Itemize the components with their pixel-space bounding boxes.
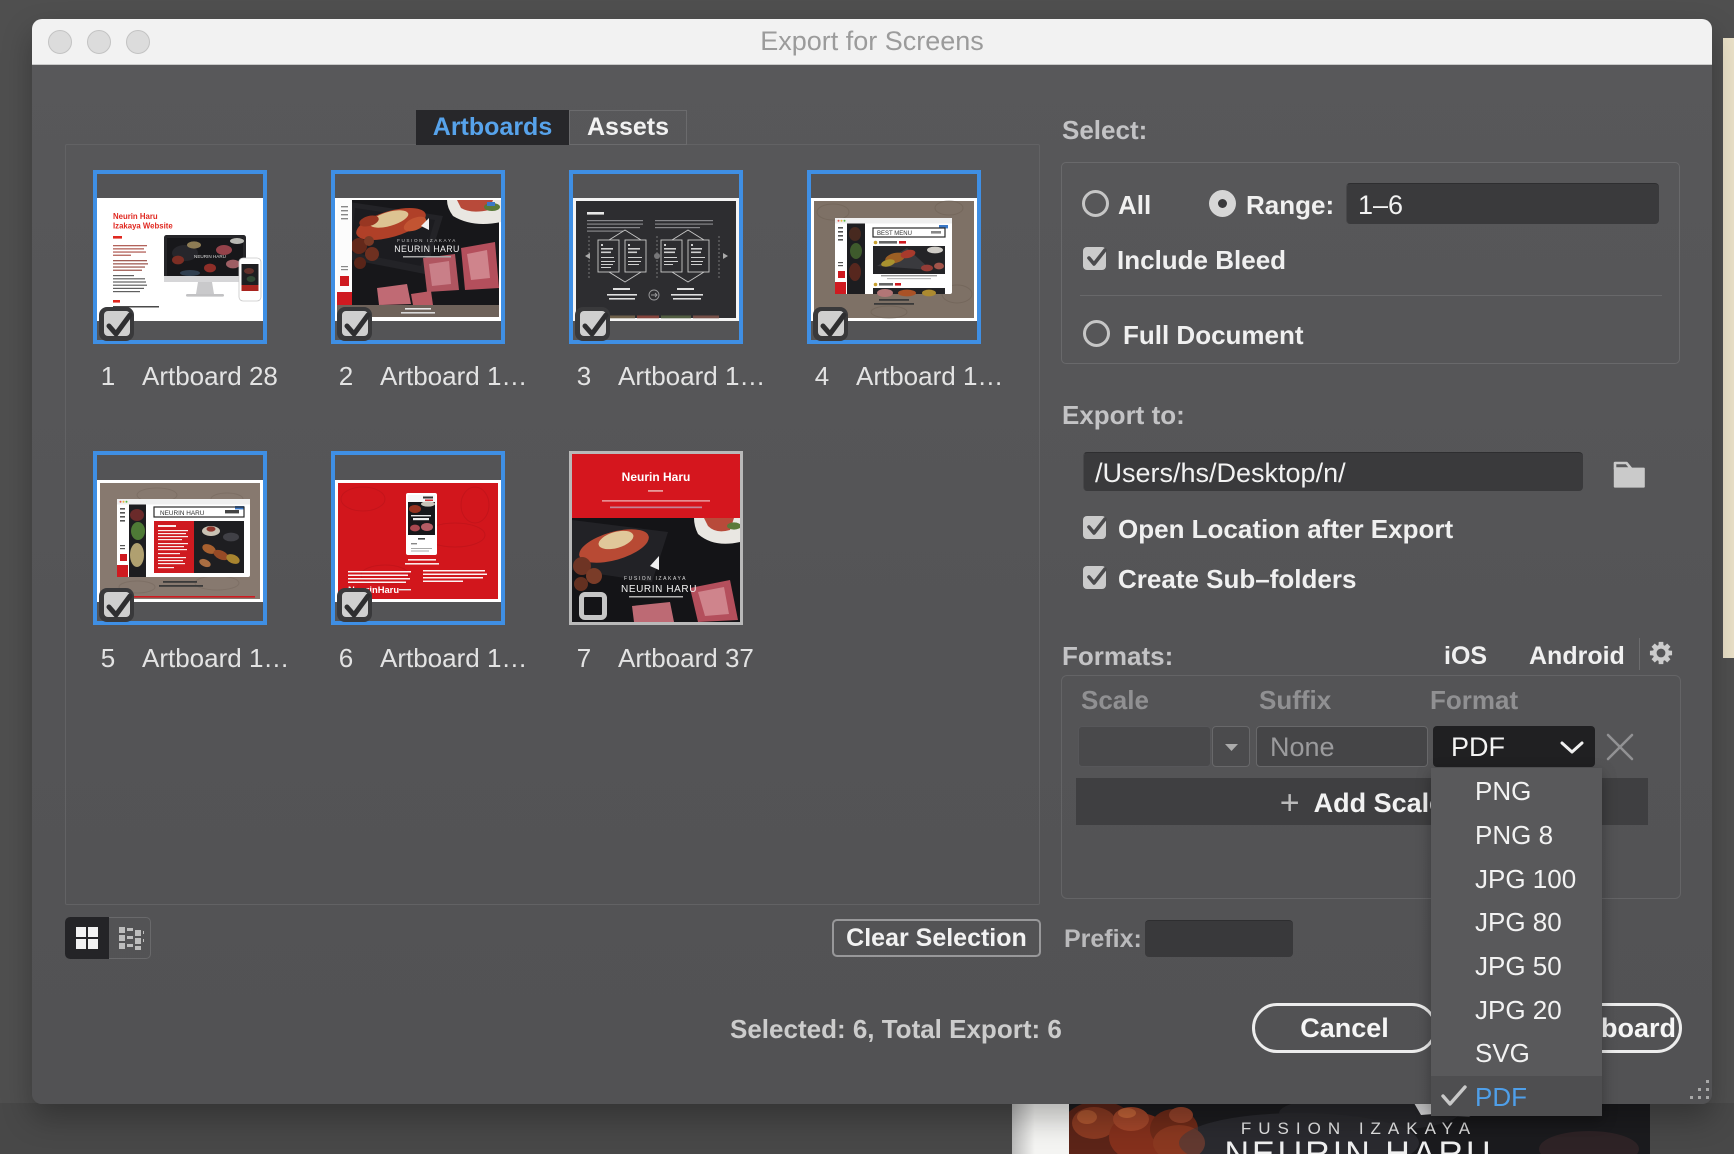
svg-text:Izakaya Website: Izakaya Website (113, 222, 173, 231)
svg-text:NEURIN HARU: NEURIN HARU (194, 254, 226, 259)
svg-text:NEURIN HARU: NEURIN HARU (160, 510, 205, 517)
svg-text:Neurin Haru: Neurin Haru (113, 212, 158, 221)
svg-text:NEURIN HARU: NEURIN HARU (1224, 1135, 1493, 1154)
svg-text:Neurin Haru: Neurin Haru (622, 470, 691, 484)
svg-text:NEURIN HARU: NEURIN HARU (394, 244, 460, 254)
svg-text:NEURIN HARU: NEURIN HARU (621, 584, 697, 595)
svg-text:FUSION IZAKAYA: FUSION IZAKAYA (624, 576, 687, 582)
svg-text:BEST MENU: BEST MENU (877, 231, 912, 237)
svg-text:FUSION IZAKAYA: FUSION IZAKAYA (397, 238, 457, 243)
